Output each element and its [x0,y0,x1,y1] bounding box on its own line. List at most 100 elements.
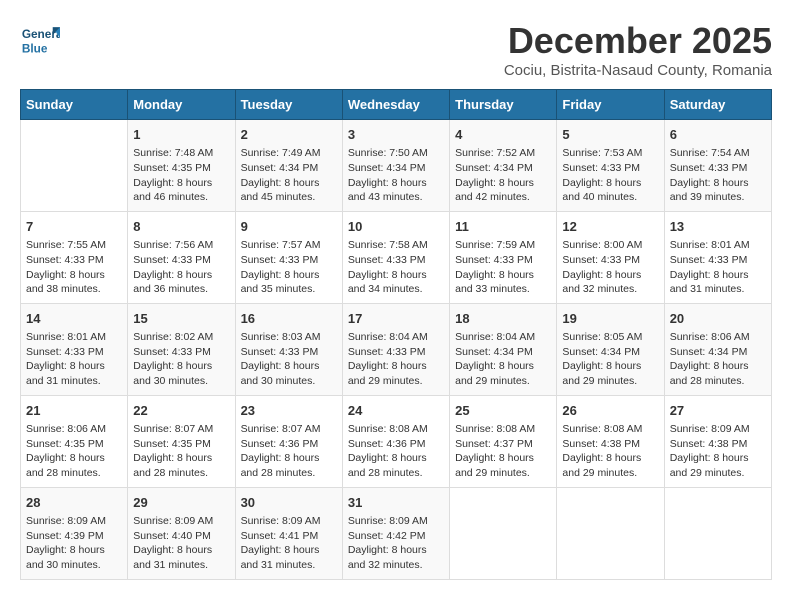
calendar-header-row: SundayMondayTuesdayWednesdayThursdayFrid… [21,90,772,120]
calendar-day-cell: 31 Sunrise: 8:09 AMSunset: 4:42 PMDayligh… [342,487,449,579]
calendar-table: SundayMondayTuesdayWednesdayThursdayFrid… [20,89,772,580]
day-info: Sunrise: 8:08 AMSunset: 4:38 PMDaylight:… [562,422,658,481]
day-info: Sunrise: 7:54 AMSunset: 4:33 PMDaylight:… [670,146,766,205]
calendar-day-cell [557,487,664,579]
calendar-day-cell: 17Sunrise: 8:04 AMSunset: 4:33 PMDayligh… [342,303,449,395]
day-number: 15 [133,310,229,328]
day-info: Sunrise: 8:02 AMSunset: 4:33 PMDaylight:… [133,330,229,389]
calendar-day-cell: 27 Sunrise: 8:09 AMSunset: 4:38 PMDayligh… [664,395,771,487]
calendar-week-row: 1 Sunrise: 7:48 AMSunset: 4:35 PMDaylight… [21,120,772,212]
day-number: 31 [348,494,444,512]
calendar-day-cell: 28Sunrise: 8:09 AMSunset: 4:39 PMDayligh… [21,487,128,579]
calendar-day-cell: 25Sunrise: 8:08 AMSunset: 4:37 PMDayligh… [450,395,557,487]
day-number: 16 [241,310,337,328]
day-number: 8 [133,218,229,236]
day-number: 1 [133,126,229,144]
calendar-day-cell: 20Sunrise: 8:06 AMSunset: 4:34 PMDayligh… [664,303,771,395]
day-info: Sunrise: 8:04 AMSunset: 4:34 PMDaylight:… [455,330,551,389]
day-info: Sunrise: 7:48 AMSunset: 4:35 PMDaylight:… [133,146,229,205]
day-of-week-header: Tuesday [235,90,342,120]
calendar-day-cell: 16 Sunrise: 8:03 AMSunset: 4:33 PMDayligh… [235,303,342,395]
day-of-week-header: Friday [557,90,664,120]
location-subtitle: Cociu, Bistrita-Nasaud County, Romania [504,62,772,79]
day-number: 4 [455,126,551,144]
calendar-week-row: 21 Sunrise: 8:06 AMSunset: 4:35 PMDayligh… [21,395,772,487]
calendar-day-cell: 11Sunrise: 7:59 AMSunset: 4:33 PMDayligh… [450,211,557,303]
day-number: 7 [26,218,122,236]
day-of-week-header: Saturday [664,90,771,120]
day-number: 24 [348,402,444,420]
calendar-day-cell: 21 Sunrise: 8:06 AMSunset: 4:35 PMDayligh… [21,395,128,487]
calendar-day-cell: 8 Sunrise: 7:56 AMSunset: 4:33 PMDaylight… [128,211,235,303]
day-info: Sunrise: 8:05 AMSunset: 4:34 PMDaylight:… [562,330,658,389]
calendar-day-cell: 30 Sunrise: 8:09 AMSunset: 4:41 PMDayligh… [235,487,342,579]
day-info: Sunrise: 7:58 AMSunset: 4:33 PMDaylight:… [348,238,444,297]
calendar-day-cell: 22 Sunrise: 8:07 AMSunset: 4:35 PMDayligh… [128,395,235,487]
day-number: 22 [133,402,229,420]
month-title: December 2025 [504,20,772,62]
day-info: Sunrise: 8:09 AMSunset: 4:41 PMDaylight:… [241,514,337,573]
day-number: 2 [241,126,337,144]
day-number: 23 [241,402,337,420]
calendar-day-cell: 1 Sunrise: 7:48 AMSunset: 4:35 PMDaylight… [128,120,235,212]
calendar-day-cell: 29 Sunrise: 8:09 AMSunset: 4:40 PMDayligh… [128,487,235,579]
day-number: 25 [455,402,551,420]
calendar-day-cell: 6Sunrise: 7:54 AMSunset: 4:33 PMDaylight… [664,120,771,212]
day-number: 30 [241,494,337,512]
day-info: Sunrise: 8:08 AMSunset: 4:36 PMDaylight:… [348,422,444,481]
day-info: Sunrise: 8:09 AMSunset: 4:40 PMDaylight:… [133,514,229,573]
day-number: 19 [562,310,658,328]
calendar-day-cell: 26Sunrise: 8:08 AMSunset: 4:38 PMDayligh… [557,395,664,487]
day-info: Sunrise: 7:59 AMSunset: 4:33 PMDaylight:… [455,238,551,297]
day-number: 21 [26,402,122,420]
calendar-day-cell [450,487,557,579]
calendar-day-cell: 10 Sunrise: 7:58 AMSunset: 4:33 PMDayligh… [342,211,449,303]
day-info: Sunrise: 8:01 AMSunset: 4:33 PMDaylight:… [670,238,766,297]
day-info: Sunrise: 8:07 AMSunset: 4:35 PMDaylight:… [133,422,229,481]
calendar-week-row: 28Sunrise: 8:09 AMSunset: 4:39 PMDayligh… [21,487,772,579]
day-of-week-header: Monday [128,90,235,120]
calendar-week-row: 7 Sunrise: 7:55 AMSunset: 4:33 PMDaylight… [21,211,772,303]
day-info: Sunrise: 8:07 AMSunset: 4:36 PMDaylight:… [241,422,337,481]
svg-text:Blue: Blue [22,42,48,56]
day-info: Sunrise: 8:01 AMSunset: 4:33 PMDaylight:… [26,330,122,389]
calendar-day-cell: 18 Sunrise: 8:04 AMSunset: 4:34 PMDayligh… [450,303,557,395]
day-number: 18 [455,310,551,328]
day-info: Sunrise: 8:03 AMSunset: 4:33 PMDaylight:… [241,330,337,389]
calendar-week-row: 14 Sunrise: 8:01 AMSunset: 4:33 PMDayligh… [21,303,772,395]
day-number: 27 [670,402,766,420]
day-number: 5 [562,126,658,144]
calendar-day-cell: 4 Sunrise: 7:52 AMSunset: 4:34 PMDaylight… [450,120,557,212]
day-number: 17 [348,310,444,328]
calendar-day-cell [664,487,771,579]
day-number: 28 [26,494,122,512]
day-info: Sunrise: 8:09 AMSunset: 4:38 PMDaylight:… [670,422,766,481]
calendar-day-cell: 14 Sunrise: 8:01 AMSunset: 4:33 PMDayligh… [21,303,128,395]
day-info: Sunrise: 7:55 AMSunset: 4:33 PMDaylight:… [26,238,122,297]
calendar-day-cell: 2 Sunrise: 7:49 AMSunset: 4:34 PMDaylight… [235,120,342,212]
day-info: Sunrise: 8:09 AMSunset: 4:42 PMDaylight:… [348,514,444,573]
day-info: Sunrise: 7:50 AMSunset: 4:34 PMDaylight:… [348,146,444,205]
day-info: Sunrise: 8:06 AMSunset: 4:35 PMDaylight:… [26,422,122,481]
calendar-day-cell: 13 Sunrise: 8:01 AMSunset: 4:33 PMDayligh… [664,211,771,303]
day-of-week-header: Wednesday [342,90,449,120]
calendar-day-cell: 9Sunrise: 7:57 AMSunset: 4:33 PMDaylight… [235,211,342,303]
day-of-week-header: Thursday [450,90,557,120]
day-number: 13 [670,218,766,236]
day-number: 9 [241,218,337,236]
day-info: Sunrise: 7:56 AMSunset: 4:33 PMDaylight:… [133,238,229,297]
day-of-week-header: Sunday [21,90,128,120]
calendar-day-cell: 7 Sunrise: 7:55 AMSunset: 4:33 PMDaylight… [21,211,128,303]
calendar-day-cell [21,120,128,212]
title-block: December 2025 Cociu, Bistrita-Nasaud Cou… [504,20,772,79]
day-number: 3 [348,126,444,144]
calendar-day-cell: 3 Sunrise: 7:50 AMSunset: 4:34 PMDaylight… [342,120,449,212]
day-info: Sunrise: 7:52 AMSunset: 4:34 PMDaylight:… [455,146,551,205]
day-number: 10 [348,218,444,236]
day-info: Sunrise: 7:49 AMSunset: 4:34 PMDaylight:… [241,146,337,205]
calendar-day-cell: 12Sunrise: 8:00 AMSunset: 4:33 PMDayligh… [557,211,664,303]
day-info: Sunrise: 8:00 AMSunset: 4:33 PMDaylight:… [562,238,658,297]
day-number: 29 [133,494,229,512]
day-number: 14 [26,310,122,328]
calendar-day-cell: 19 Sunrise: 8:05 AMSunset: 4:34 PMDayligh… [557,303,664,395]
